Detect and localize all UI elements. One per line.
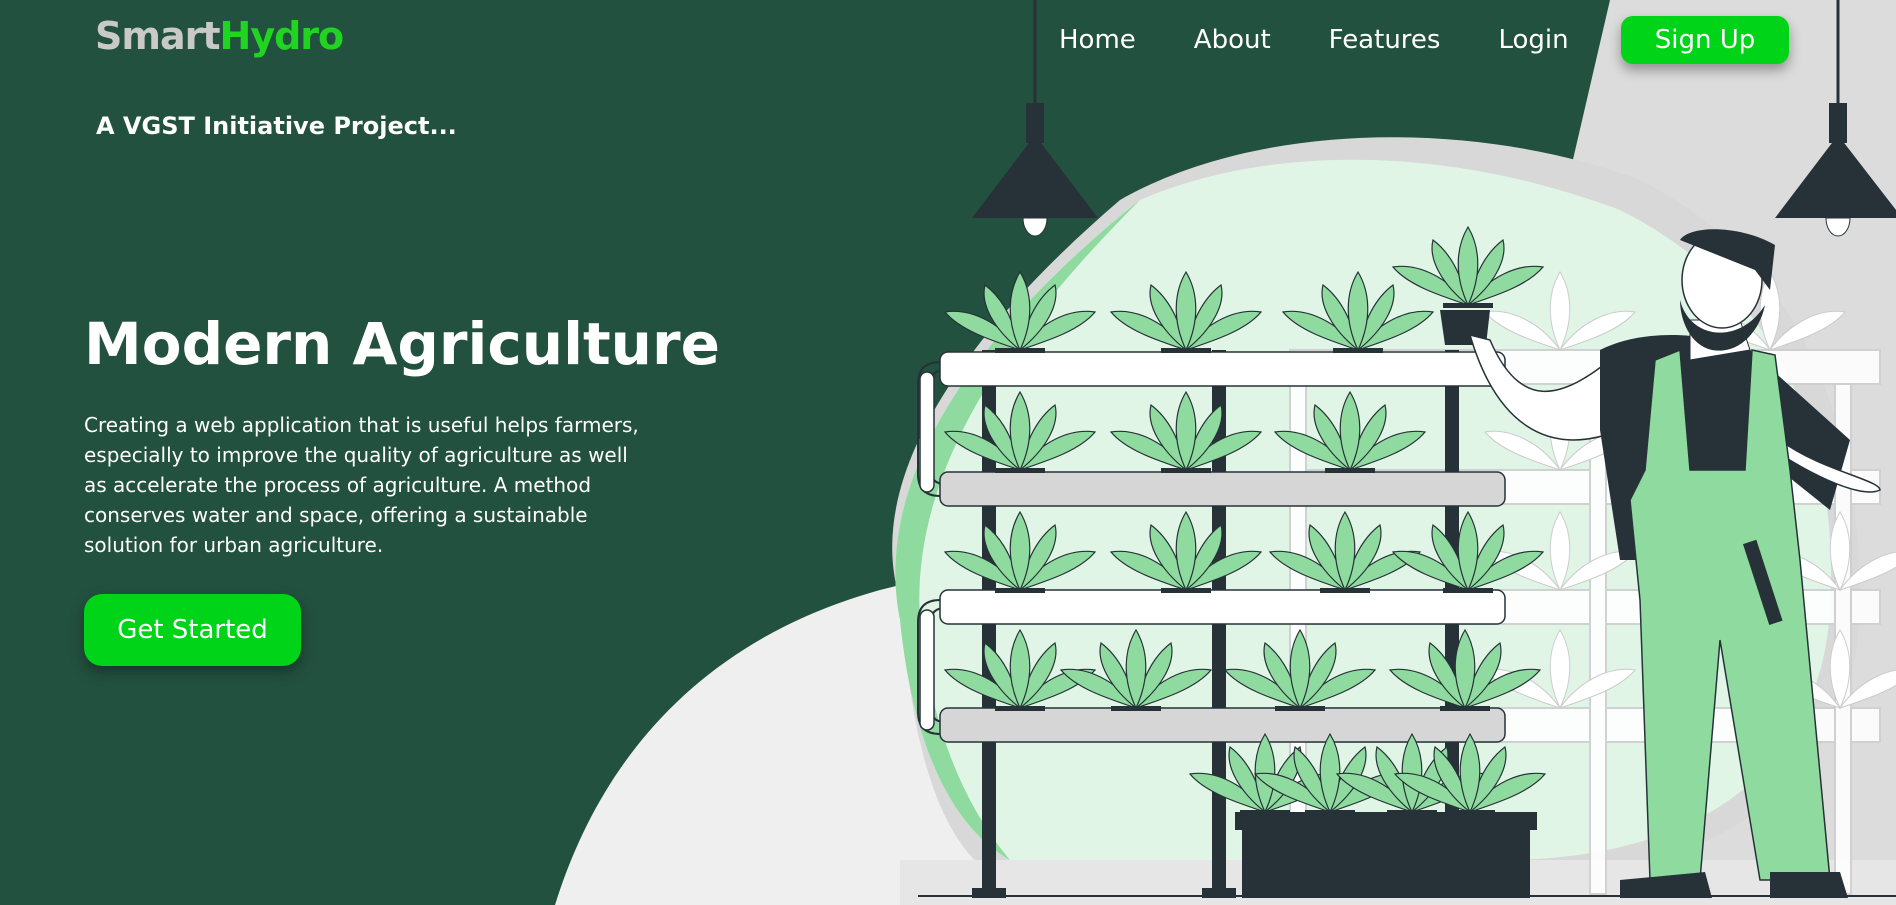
get-started-button[interactable]: Get Started bbox=[84, 594, 301, 666]
brand-logo-part-1: Smart bbox=[95, 14, 221, 58]
nav-home-link[interactable]: Home bbox=[1059, 25, 1136, 55]
brand-logo[interactable]: SmartHydro bbox=[95, 14, 345, 58]
nav-login-link[interactable]: Login bbox=[1498, 25, 1568, 55]
tagline: A VGST Initiative Project... bbox=[96, 112, 457, 140]
brand-logo-part-2: Hydro bbox=[219, 14, 345, 58]
hero-description: Creating a web application that is usefu… bbox=[84, 413, 639, 557]
main-nav: Home About Features Login bbox=[1030, 0, 1598, 80]
nav-features-link[interactable]: Features bbox=[1329, 25, 1441, 55]
nav-about-link[interactable]: About bbox=[1194, 25, 1271, 55]
hero-title: Modern Agriculture bbox=[84, 310, 720, 378]
signup-button[interactable]: Sign Up bbox=[1621, 16, 1789, 64]
